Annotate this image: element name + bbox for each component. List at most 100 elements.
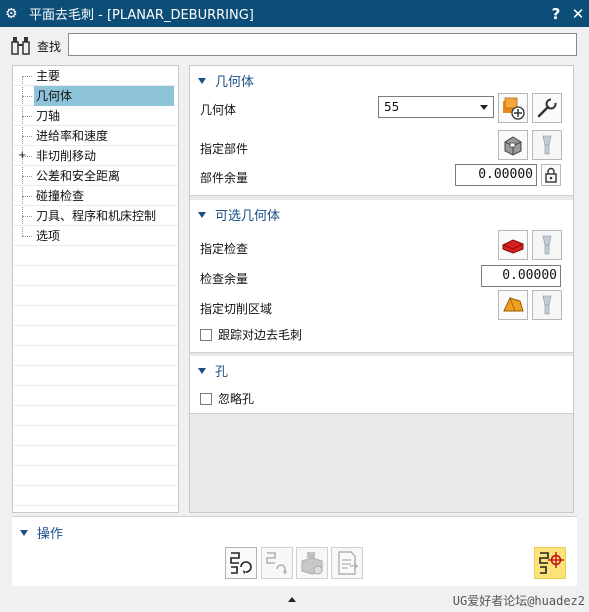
tree-item-label: 碰撞检查 (36, 189, 85, 203)
collapse-triangle-icon (198, 367, 206, 374)
display-part-button[interactable] (532, 130, 562, 160)
lock-icon (545, 167, 557, 183)
tree-empty-row (13, 386, 178, 406)
actions-section-header[interactable]: 操作 (20, 523, 63, 542)
search-row: 查找 (0, 27, 589, 63)
geometry-section: 几何体 几何体 55 指定部件 部件余量 0.00000 (190, 66, 573, 196)
ignore-hole-label: 忽略孔 (218, 392, 255, 406)
tree-empty-row (13, 426, 178, 446)
specify-part-label: 指定部件 (200, 142, 249, 156)
actions-section: 操作 (12, 516, 577, 586)
tree-empty-row (13, 406, 178, 426)
geometry-label: 几何体 (200, 103, 237, 117)
ignore-hole-checkbox[interactable] (200, 392, 212, 405)
tree-item-label: 公差和安全距离 (36, 169, 121, 183)
tree-item-feeds-speeds[interactable]: 进给率和速度 (13, 126, 178, 146)
check-stock-input[interactable]: 0.00000 (481, 265, 561, 287)
tree-empty-row (13, 306, 178, 326)
tree-item-tool-axis[interactable]: 刀轴 (13, 106, 178, 126)
tree-item-label: 刀具、程序和机床控制 (36, 209, 157, 223)
tree-empty-row (13, 326, 178, 346)
part-stock-label: 部件余量 (200, 171, 249, 185)
navigation-tree: 主要 几何体 刀轴 进给率和速度 + 非切削移动 公差和安全距离 碰撞检查 刀具、… (12, 65, 179, 513)
track-opposite-edge-checkbox[interactable] (200, 328, 212, 341)
expand-icon[interactable]: + (18, 146, 26, 166)
settings-pane: 几何体 几何体 55 指定部件 部件余量 0.00000 可选几何体 指定检查 … (189, 65, 574, 513)
hole-section: 孔 忽略孔 (190, 356, 573, 414)
tree-item-options[interactable]: 选项 (13, 226, 178, 246)
search-label: 查找 (37, 40, 62, 54)
window-title: 平面去毛刺 - [PLANAR_DEBURRING] (29, 8, 254, 23)
tree-item-tool-program-machine[interactable]: 刀具、程序和机床控制 (13, 206, 178, 226)
tree-item-label: 主要 (36, 69, 61, 83)
list-button[interactable] (331, 547, 363, 579)
gear-icon[interactable]: ⚙ (5, 6, 25, 22)
flashlight-icon (542, 295, 552, 315)
hole-section-header[interactable]: 孔 (198, 361, 228, 380)
geometry-select[interactable]: 55 (378, 96, 494, 118)
tree-empty-row (13, 286, 178, 306)
generate-path-icon (230, 552, 252, 574)
collapse-triangle-icon (198, 211, 206, 218)
close-button[interactable]: ✕ (567, 5, 589, 23)
replay-icon (266, 552, 287, 575)
display-cut-area-button[interactable] (532, 290, 562, 320)
search-input[interactable] (68, 33, 577, 56)
display-check-button[interactable] (532, 230, 562, 260)
check-geometry-icon (502, 239, 524, 254)
tree-item-label: 选项 (36, 229, 61, 243)
section-title: 操作 (37, 527, 64, 542)
replay-button[interactable] (261, 547, 293, 579)
footer-bar: UG爱好者论坛@huadez2 (0, 586, 589, 612)
tree-item-collision-check[interactable]: 碰撞检查 (13, 186, 178, 206)
part-stock-input[interactable]: 0.00000 (455, 164, 537, 186)
specify-cut-area-label: 指定切削区域 (200, 302, 273, 316)
part-stock-lock-button[interactable] (541, 164, 561, 186)
tree-empty-row (13, 246, 178, 266)
tree-empty-row (13, 366, 178, 386)
tree-empty-row (13, 266, 178, 286)
title-bar: ⚙ 平面去毛刺 - [PLANAR_DEBURRING] ? ✕ (0, 0, 589, 27)
tree-item-non-cutting-moves[interactable]: + 非切削移动 (13, 146, 178, 166)
verify-button[interactable] (296, 547, 328, 579)
tree-empty-row (13, 466, 178, 486)
tree-empty-row (13, 346, 178, 366)
new-geometry-button[interactable] (498, 93, 528, 123)
list-icon (338, 551, 359, 575)
tree-empty-row (13, 486, 178, 506)
track-opposite-edge-label: 跟踪对边去毛刺 (218, 328, 303, 342)
confirm-path-icon (539, 552, 564, 574)
tree-item-tolerances[interactable]: 公差和安全距离 (13, 166, 178, 186)
section-title: 可选几何体 (215, 209, 281, 224)
tree-item-geometry[interactable]: 几何体 (13, 86, 178, 106)
section-title: 几何体 (215, 75, 255, 90)
cut-area-icon (503, 297, 524, 312)
check-stock-label: 检查余量 (200, 272, 249, 286)
ignore-hole-option[interactable]: 忽略孔 (200, 390, 254, 407)
optional-geometry-section-header[interactable]: 可选几何体 (198, 205, 280, 224)
collapse-up-icon[interactable] (288, 597, 296, 602)
specify-cut-area-button[interactable] (498, 290, 528, 320)
flashlight-icon (542, 135, 552, 155)
part-icon (504, 136, 522, 156)
wrench-icon (537, 98, 557, 118)
section-title: 孔 (215, 365, 229, 380)
specify-check-button[interactable] (498, 230, 528, 260)
edit-geometry-button[interactable] (532, 93, 562, 123)
help-button[interactable]: ? (545, 5, 567, 23)
tree-item-label: 刀轴 (36, 109, 61, 123)
confirm-button[interactable] (534, 547, 566, 579)
tree-item-label: 进给率和速度 (36, 129, 109, 143)
geometry-section-header[interactable]: 几何体 (198, 71, 254, 90)
generate-button[interactable] (225, 547, 257, 579)
specify-part-button[interactable] (498, 130, 528, 160)
tree-item-main[interactable]: 主要 (13, 66, 178, 86)
tree-item-label: 非切削移动 (36, 149, 97, 163)
flashlight-icon (542, 235, 552, 255)
collapse-triangle-icon (20, 529, 28, 536)
optional-geometry-section: 可选几何体 指定检查 检查余量 0.00000 指定切削区域 跟踪对边去毛刺 (190, 200, 573, 353)
watermark-text: UG爱好者论坛@huadez2 (452, 594, 585, 608)
track-opposite-edge-option[interactable]: 跟踪对边去毛刺 (200, 326, 302, 343)
tree-empty-row (13, 446, 178, 466)
geometry-select-value: 55 (384, 100, 400, 114)
